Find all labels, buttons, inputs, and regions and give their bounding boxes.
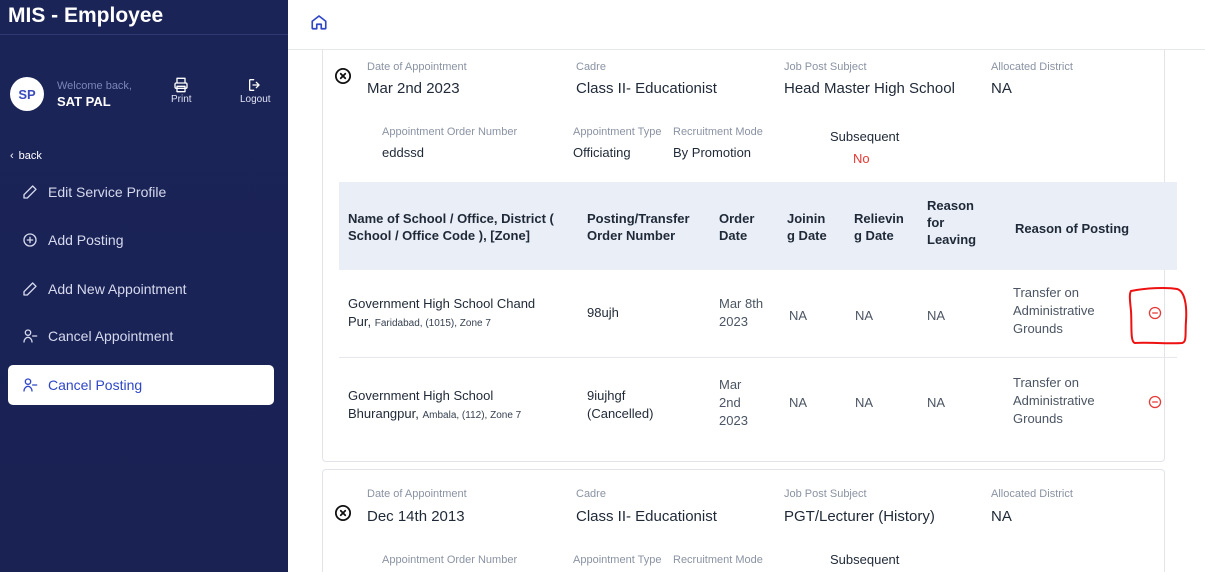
- order-date-cell: Mar 8th 2023: [719, 296, 764, 329]
- home-icon[interactable]: [310, 13, 328, 31]
- sidebar-item-label: Cancel Posting: [48, 377, 143, 393]
- job-post-subject-value: Head Master High School: [784, 80, 955, 97]
- reason-of-posting-cell: Transfer on Administrative Grounds: [1013, 375, 1095, 426]
- appointment-type-label: Appointment Type: [573, 126, 662, 138]
- cadre-label: Cadre: [576, 61, 606, 73]
- appointment-card: Date of Appointment Dec 14th 2013 Cadre …: [322, 469, 1165, 572]
- date-of-appointment-label: Date of Appointment: [367, 488, 467, 500]
- appointment-order-number-label: Appointment Order Number: [382, 554, 518, 566]
- pencil-icon: [22, 184, 38, 200]
- date-of-appointment-label: Date of Appointment: [367, 61, 467, 73]
- back-link[interactable]: ‹ back: [10, 150, 42, 162]
- column-header-relieving-date: Relievin g Date: [854, 211, 904, 243]
- subsequent-label: Subsequent: [830, 129, 900, 144]
- cadre-value: Class II- Educationist: [576, 508, 717, 525]
- order-number-cell: 9iujhgf (Cancelled): [587, 388, 654, 421]
- recruitment-mode-label: Recruitment Mode: [673, 554, 763, 566]
- relieving-date-cell: NA: [855, 395, 874, 410]
- cadre-value: Class II- Educationist: [576, 80, 717, 97]
- appointment-type-value: Officiating: [573, 145, 631, 160]
- joining-date-cell: NA: [789, 308, 808, 323]
- appointment-order-number-label: Appointment Order Number: [382, 126, 518, 138]
- date-of-appointment-value: Mar 2nd 2023: [367, 80, 460, 97]
- reason-for-leaving-cell: NA: [927, 308, 946, 323]
- row-divider: [339, 357, 1177, 358]
- school-cell: Government High School Chand Pur, Farida…: [348, 296, 536, 329]
- close-circle-icon[interactable]: [334, 504, 352, 522]
- recruitment-mode-label: Recruitment Mode: [673, 126, 763, 138]
- reason-for-leaving-cell: NA: [927, 395, 946, 410]
- allocated-district-value: NA: [991, 508, 1012, 525]
- appointment-order-number-value: eddssd: [382, 145, 424, 160]
- user-minus-icon: [22, 377, 38, 393]
- job-post-subject-label: Job Post Subject: [784, 61, 867, 73]
- avatar: SP: [10, 77, 44, 111]
- pencil-icon: [22, 281, 38, 297]
- logout-icon: [249, 79, 260, 91]
- app-title: MIS - Employee: [8, 4, 164, 27]
- welcome-text: Welcome back,: [57, 80, 132, 92]
- allocated-district-label: Allocated District: [991, 488, 1073, 500]
- column-header-order-number: Posting/Transfer Order Number: [587, 211, 690, 243]
- reason-of-posting-cell: Transfer on Administrative Grounds: [1013, 285, 1095, 336]
- close-circle-icon[interactable]: [334, 67, 352, 85]
- relieving-date-cell: NA: [855, 308, 874, 323]
- order-number-cell: 98ujh: [587, 305, 619, 320]
- cadre-label: Cadre: [576, 488, 606, 500]
- column-header-order-date: Order Date: [719, 211, 755, 243]
- printer-icon: [174, 77, 188, 93]
- print-label: Print: [171, 94, 192, 105]
- sidebar-item-label: Cancel Appointment: [48, 328, 174, 344]
- subsequent-label: Subsequent: [830, 552, 900, 567]
- date-of-appointment-value: Dec 14th 2013: [367, 508, 465, 525]
- cancel-posting-icon[interactable]: [1148, 306, 1162, 320]
- sidebar-item-edit-service-profile[interactable]: Edit Service Profile: [8, 172, 274, 212]
- logout-label: Logout: [240, 94, 271, 105]
- sidebar-item-label: Add New Appointment: [48, 281, 187, 297]
- chevron-left-icon: ‹: [10, 150, 14, 162]
- allocated-district-value: NA: [991, 80, 1012, 97]
- sidebar-item-add-posting[interactable]: Add Posting: [8, 220, 274, 260]
- plus-circle-icon: [22, 232, 38, 248]
- back-label: back: [18, 150, 42, 162]
- print-button[interactable]: Print: [171, 77, 192, 105]
- subsequent-value: No: [853, 151, 870, 166]
- recruitment-mode-value: By Promotion: [673, 145, 752, 160]
- order-date-cell: Mar 2nd 2023: [719, 377, 748, 428]
- column-header-joining-date: Joinin g Date: [787, 211, 827, 243]
- column-header-reason-for-leaving: Reason for Leaving: [927, 198, 977, 247]
- appointment-type-label: Appointment Type: [573, 554, 662, 566]
- cancel-posting-icon[interactable]: [1148, 395, 1162, 409]
- job-post-subject-value: PGT/Lecturer (History): [784, 508, 935, 525]
- joining-date-cell: NA: [789, 395, 808, 410]
- divider: [0, 34, 288, 35]
- allocated-district-label: Allocated District: [991, 61, 1073, 73]
- sidebar-item-cancel-posting[interactable]: Cancel Posting: [8, 365, 274, 405]
- sidebar: MIS - Employee SP Welcome back, SAT PAL …: [0, 0, 288, 572]
- sidebar-item-label: Add Posting: [48, 232, 124, 248]
- sidebar-item-add-new-appointment[interactable]: Add New Appointment: [8, 269, 274, 309]
- top-bar: [288, 0, 1205, 50]
- column-header-school: Name of School / Office, District ( Scho…: [348, 211, 554, 243]
- sidebar-item-cancel-appointment[interactable]: Cancel Appointment: [8, 316, 274, 356]
- logout-button[interactable]: Logout: [240, 77, 271, 105]
- user-minus-icon: [22, 328, 38, 344]
- column-header-reason-of-posting: Reason of Posting: [1015, 221, 1130, 236]
- school-cell: Government High School Bhurangpur, Ambal…: [348, 388, 522, 421]
- user-name: SAT PAL: [57, 94, 111, 109]
- job-post-subject-label: Job Post Subject: [784, 488, 867, 500]
- sidebar-item-label: Edit Service Profile: [48, 184, 167, 200]
- appointment-card: Date of Appointment Mar 2nd 2023 Cadre C…: [322, 50, 1188, 462]
